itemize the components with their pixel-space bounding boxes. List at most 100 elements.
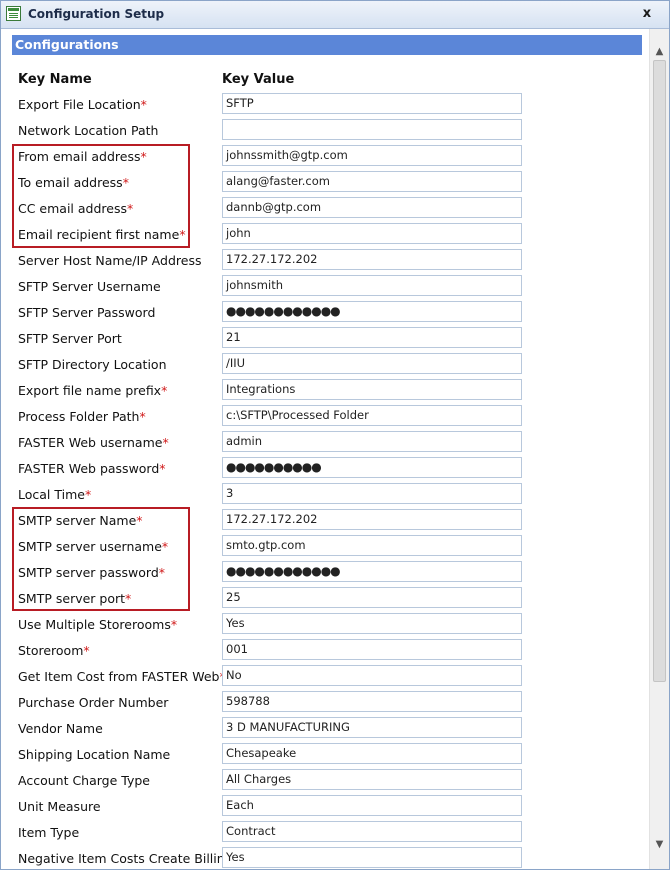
key-label-text: Negative Item Costs Create Billing: [18, 851, 233, 866]
key-value-field[interactable]: johnsmith: [222, 275, 522, 296]
key-value-field[interactable]: 172.27.172.202: [222, 249, 522, 270]
key-label-text: Unit Measure: [18, 799, 101, 814]
key-label: Item Type: [18, 825, 79, 840]
column-header-key-value: Key Value: [222, 72, 295, 87]
key-value-field[interactable]: 3 D MANUFACTURING: [222, 717, 522, 738]
chevron-up-icon[interactable]: ▲: [650, 43, 669, 60]
key-value-field[interactable]: dannb@gtp.com: [222, 197, 522, 218]
key-value-field[interactable]: /IIU: [222, 353, 522, 374]
config-row: Network Location Path: [1, 119, 649, 145]
key-value-field[interactable]: Yes: [222, 613, 522, 634]
key-value-field[interactable]: 25: [222, 587, 522, 608]
required-marker: *: [139, 409, 146, 424]
key-label: Vendor Name: [18, 721, 103, 736]
key-value-field[interactable]: john: [222, 223, 522, 244]
key-value-field[interactable]: Integrations: [222, 379, 522, 400]
key-label: Local Time*: [18, 487, 91, 502]
key-value-field[interactable]: [222, 119, 522, 140]
key-label-text: Item Type: [18, 825, 80, 840]
config-row: Purchase Order Number 598788: [1, 691, 649, 717]
key-label: SFTP Server Username: [18, 279, 161, 294]
key-label: Purchase Order Number: [18, 695, 168, 710]
config-row: Unit Measure Each: [1, 795, 649, 821]
key-label: SFTP Server Port: [18, 331, 122, 346]
window-title: Configuration Setup: [28, 7, 165, 21]
vertical-scrollbar[interactable]: ▲ ▼: [649, 29, 669, 869]
password-field[interactable]: ●●●●●●●●●●: [222, 457, 522, 478]
config-row: SFTP Server Password ●●●●●●●●●●●●: [1, 301, 649, 327]
key-label-text: FASTER Web password: [18, 461, 160, 476]
key-value-field[interactable]: Contract: [222, 821, 522, 842]
config-row: Local Time* 3: [1, 483, 649, 509]
config-row: Negative Item Costs Create Billing Yes: [1, 847, 649, 869]
config-row: Server Host Name/IP Address 172.27.172.20…: [1, 249, 649, 275]
key-value-field[interactable]: admin: [222, 431, 522, 452]
highlight-box-email: [12, 144, 190, 248]
key-label-text: FASTER Web username: [18, 435, 163, 450]
key-label: Use Multiple Storerooms*: [18, 617, 177, 632]
key-label: Account Charge Type: [18, 773, 150, 788]
key-label-text: Process Folder Path: [18, 409, 140, 424]
key-label: Process Folder Path*: [18, 409, 146, 424]
required-marker: *: [162, 435, 169, 450]
key-value-field[interactable]: smto.gtp.com: [222, 535, 522, 556]
close-button[interactable]: x: [639, 5, 655, 23]
key-label-text: Network Location Path: [18, 123, 159, 138]
form-icon: [6, 6, 21, 21]
key-label-text: SFTP Server Port: [18, 331, 122, 346]
key-label-text: SFTP Server Username: [18, 279, 161, 294]
key-value-field[interactable]: 172.27.172.202: [222, 509, 522, 530]
required-marker: *: [159, 461, 166, 476]
key-value-field[interactable]: 001: [222, 639, 522, 660]
configuration-panel: Configurations Key Name Key Value Export…: [1, 29, 649, 869]
config-row: Process Folder Path* c:\SFTP\Processed Fo…: [1, 405, 649, 431]
key-label-text: Use Multiple Storerooms: [18, 617, 171, 632]
config-row: SFTP Directory Location/IIU: [1, 353, 649, 379]
key-value-field[interactable]: Each: [222, 795, 522, 816]
config-row: Export File Location* SFTP: [1, 93, 649, 119]
chevron-down-icon[interactable]: ▼: [650, 836, 669, 853]
section-header: Configurations: [12, 35, 642, 55]
key-label-text: SFTP Directory Location: [18, 357, 167, 372]
column-header-key-name: Key Name: [18, 72, 92, 87]
key-label-text: Local Time: [18, 487, 85, 502]
key-label: Storeroom*: [18, 643, 90, 658]
config-row: Storeroom* 001: [1, 639, 649, 665]
config-row: Export file name prefix* Integrations: [1, 379, 649, 405]
key-label-text: Export file name prefix: [18, 383, 162, 398]
key-label: SFTP Server Password: [18, 305, 155, 320]
key-label: Unit Measure: [18, 799, 101, 814]
key-value-field[interactable]: 21: [222, 327, 522, 348]
config-row: Get Item Cost from FASTER Web*No: [1, 665, 649, 691]
key-label: Get Item Cost from FASTER Web*: [18, 669, 226, 684]
key-value-field[interactable]: 598788: [222, 691, 522, 712]
key-label-text: Export File Location: [18, 97, 141, 112]
key-label: Server Host Name/IP Address: [18, 253, 201, 268]
title-bar: Configuration Setup x: [1, 1, 669, 29]
password-field[interactable]: ●●●●●●●●●●●●: [222, 301, 522, 322]
scroll-thumb[interactable]: [653, 60, 666, 682]
highlight-box-smtp: [12, 507, 190, 611]
key-value-field[interactable]: Chesapeake: [222, 743, 522, 764]
configuration-setup-window: Configuration Setup x Configurations Key…: [0, 0, 670, 870]
key-value-field[interactable]: johnssmith@gtp.com: [222, 145, 522, 166]
key-value-field[interactable]: alang@faster.com: [222, 171, 522, 192]
key-label-text: Server Host Name/IP Address: [18, 253, 202, 268]
key-value-field[interactable]: 3: [222, 483, 522, 504]
key-label-text: Storeroom: [18, 643, 84, 658]
key-label: Shipping Location Name: [18, 747, 170, 762]
key-value-field[interactable]: No: [222, 665, 522, 686]
config-row: FASTER Web password* ●●●●●●●●●●: [1, 457, 649, 483]
key-value-field[interactable]: SFTP: [222, 93, 522, 114]
key-value-field[interactable]: All Charges: [222, 769, 522, 790]
key-value-field[interactable]: c:\SFTP\Processed Folder: [222, 405, 522, 426]
key-label: Export File Location*: [18, 97, 147, 112]
key-label: Negative Item Costs Create Billing: [18, 851, 233, 866]
key-value-field[interactable]: Yes: [222, 847, 522, 868]
required-marker: *: [140, 97, 147, 112]
key-label: FASTER Web password*: [18, 461, 166, 476]
password-field[interactable]: ●●●●●●●●●●●●: [222, 561, 522, 582]
config-row: SFTP Server Port 21: [1, 327, 649, 353]
config-row: Vendor Name 3 D MANUFACTURING: [1, 717, 649, 743]
key-label-text: SFTP Server Password: [18, 305, 156, 320]
